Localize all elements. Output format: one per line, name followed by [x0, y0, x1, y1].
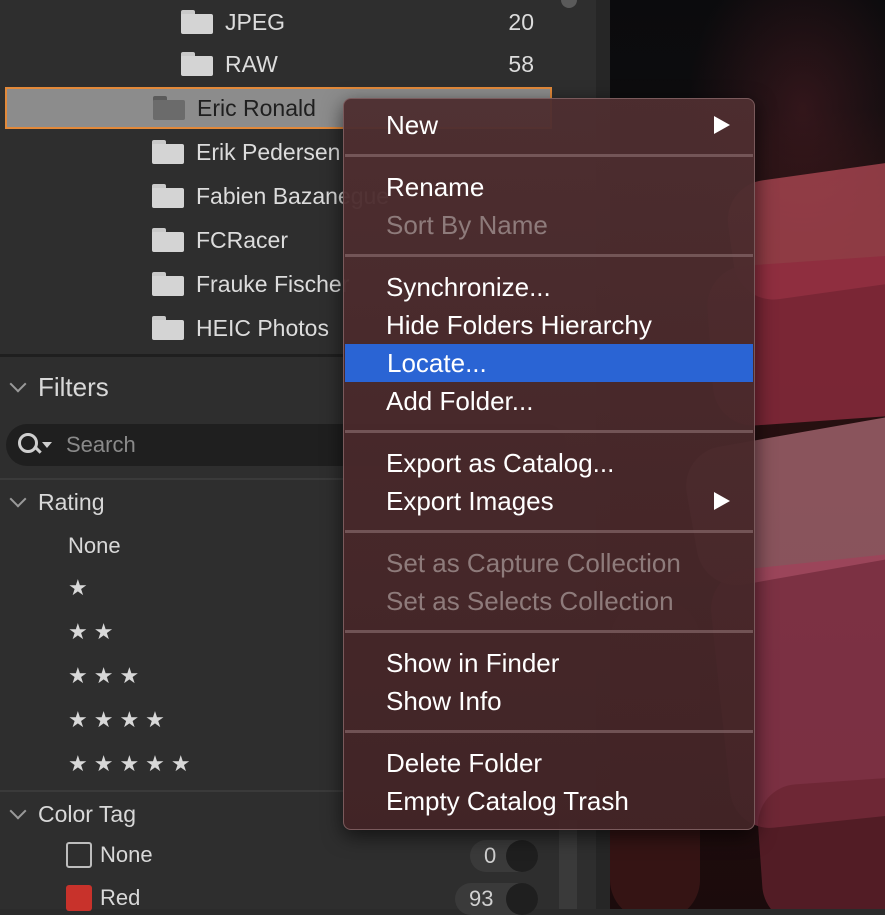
menu-separator: [345, 730, 753, 733]
menu-item-export-images[interactable]: Export Images: [344, 482, 754, 520]
color-tag-label: Red: [100, 885, 141, 910]
menu-item-label: Export Images: [386, 485, 554, 516]
menu-item-delete-folder[interactable]: Delete Folder: [344, 744, 754, 782]
rating-header[interactable]: Rating: [0, 486, 104, 518]
menu-item-label: Hide Folders Hierarchy: [386, 309, 652, 340]
menu-item-label: Set as Capture Collection: [386, 547, 681, 578]
menu-item-export-as-catalog[interactable]: Export as Catalog...: [344, 444, 754, 482]
count-value: 0: [484, 843, 497, 868]
folder-name: Frauke Fischer: [196, 270, 350, 297]
scrollbar-thumb[interactable]: [561, 0, 577, 8]
empty-swatch-icon: [66, 842, 92, 868]
menu-item-locate[interactable]: Locate...: [345, 344, 753, 382]
menu-item-new[interactable]: New: [344, 106, 754, 144]
color-tag-title: Color Tag: [38, 800, 137, 827]
color-tag-red-count: 93: [455, 883, 538, 915]
menu-separator: [345, 630, 753, 633]
folder-context-menu: New Rename Sort By Name Synchronize... H…: [343, 98, 755, 830]
menu-item-label: Export as Catalog...: [386, 447, 615, 478]
menu-separator: [345, 154, 753, 157]
chevron-down-icon: [9, 490, 27, 508]
menu-separator: [345, 254, 753, 257]
rating-none[interactable]: None: [68, 533, 121, 559]
folder-name: RAW: [225, 50, 278, 77]
rating-5-stars[interactable]: ★★★★★: [68, 751, 197, 777]
submenu-arrow-icon: [714, 492, 730, 510]
menu-item-hide-folders-hierarchy[interactable]: Hide Folders Hierarchy: [344, 306, 754, 344]
folder-icon: [152, 228, 184, 252]
rating-4-stars[interactable]: ★★★★: [68, 707, 171, 733]
toggle-knob[interactable]: [506, 840, 538, 872]
menu-item-add-folder[interactable]: Add Folder...: [344, 382, 754, 420]
search-input[interactable]: [64, 431, 328, 459]
menu-item-label: Synchronize...: [386, 271, 551, 302]
menu-item-set-as-capture-collection: Set as Capture Collection: [344, 544, 754, 582]
menu-item-set-as-selects-collection: Set as Selects Collection: [344, 582, 754, 620]
folder-item-jpeg[interactable]: JPEG 20: [0, 0, 556, 44]
folder-name: JPEG: [225, 8, 286, 35]
rating-title: Rating: [38, 488, 105, 515]
menu-item-synchronize[interactable]: Synchronize...: [344, 268, 754, 306]
menu-item-label: Delete Folder: [386, 747, 543, 778]
menu-separator: [345, 530, 753, 533]
toggle-knob[interactable]: [506, 883, 538, 915]
folder-icon: [152, 272, 184, 296]
menu-item-label: Rename: [386, 171, 485, 202]
menu-item-sort-by-name: Sort By Name: [344, 206, 754, 244]
color-tag-header[interactable]: Color Tag: [0, 798, 136, 830]
chevron-down-icon: [9, 802, 27, 820]
menu-item-label: Add Folder...: [386, 385, 534, 416]
chevron-down-icon: [9, 375, 27, 393]
menu-item-label: Show in Finder: [386, 647, 560, 678]
menu-item-rename[interactable]: Rename: [344, 168, 754, 206]
menu-item-show-info[interactable]: Show Info: [344, 682, 754, 720]
menu-separator: [345, 430, 753, 433]
folder-icon: [153, 96, 185, 120]
scrollbar-track[interactable]: [559, 820, 577, 909]
rating-2-stars[interactable]: ★★: [68, 619, 119, 645]
red-swatch-icon: [66, 885, 92, 911]
filters-title: Filters: [38, 371, 109, 402]
folder-name: Eric Ronald: [197, 94, 316, 121]
filters-header[interactable]: Filters: [0, 370, 109, 404]
menu-item-label: Set as Selects Collection: [386, 585, 674, 616]
folder-item-raw[interactable]: RAW 58: [0, 42, 556, 86]
photo-detail: [755, 773, 885, 909]
folder-icon: [181, 52, 213, 76]
folder-count: 58: [508, 50, 534, 77]
folder-icon: [152, 140, 184, 164]
folder-name: FCRacer: [196, 226, 289, 253]
menu-item-label: New: [386, 109, 439, 140]
folder-icon: [152, 316, 184, 340]
menu-item-label: Show Info: [386, 685, 502, 716]
menu-item-empty-catalog-trash[interactable]: Empty Catalog Trash: [344, 782, 754, 820]
folder-count: 20: [508, 8, 534, 35]
color-tag-label: None: [100, 842, 153, 867]
rating-3-stars[interactable]: ★★★: [68, 663, 145, 689]
submenu-arrow-icon: [714, 116, 730, 134]
folder-name: HEIC Photos: [196, 314, 329, 341]
color-tag-red[interactable]: Red: [66, 885, 140, 911]
menu-item-label: Sort By Name: [386, 209, 548, 240]
menu-item-show-in-finder[interactable]: Show in Finder: [344, 644, 754, 682]
color-tag-none-count: 0: [470, 840, 538, 872]
menu-item-label: Empty Catalog Trash: [386, 785, 629, 816]
rating-1-star[interactable]: ★: [68, 575, 94, 601]
color-tag-none[interactable]: None: [66, 842, 153, 868]
search-icon[interactable]: [14, 430, 52, 460]
menu-item-label: Locate...: [387, 347, 487, 378]
folder-name: Erik Pedersen: [196, 138, 341, 165]
count-value: 93: [469, 886, 494, 911]
folder-icon: [152, 184, 184, 208]
folder-icon: [181, 10, 213, 34]
